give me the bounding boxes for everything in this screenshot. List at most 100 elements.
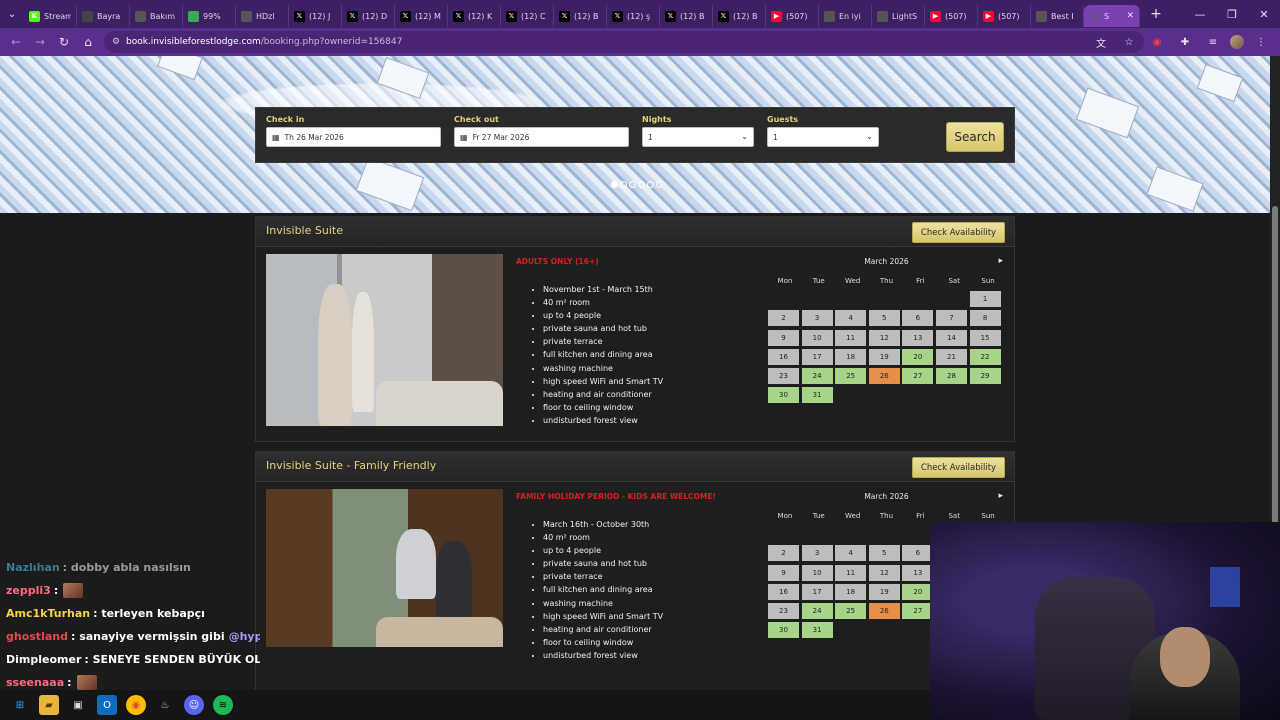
calendar-day[interactable]: 2: [768, 545, 799, 562]
browser-tab[interactable]: ▶ (507): [766, 5, 819, 27]
browser-tab[interactable]: 99%: [183, 5, 236, 27]
browser-tab[interactable]: ▶ (507): [925, 5, 978, 27]
browser-tab[interactable]: En iyi: [819, 5, 872, 27]
calendar-day[interactable]: 13: [902, 329, 934, 346]
calendar-day[interactable]: 11: [835, 564, 867, 581]
calendar-day[interactable]: 19: [868, 348, 900, 365]
chat-username[interactable]: ghostland: [6, 630, 68, 643]
profile-avatar[interactable]: [1230, 35, 1244, 49]
carousel-dot[interactable]: [611, 181, 618, 188]
guests-select[interactable]: 1 ⌄: [767, 127, 879, 147]
tab-search-icon[interactable]: ⌄: [0, 0, 24, 28]
new-tab-button[interactable]: +: [1148, 6, 1164, 22]
browser-tab[interactable]: S ✕: [1084, 5, 1140, 27]
browser-tab[interactable]: 𝕏 (12) B: [713, 5, 766, 27]
calendar-day[interactable]: 2: [768, 310, 799, 327]
calendar-day[interactable]: 18: [835, 583, 867, 600]
minimize-icon[interactable]: —: [1184, 0, 1216, 28]
calendar-day[interactable]: 17: [801, 583, 833, 600]
browser-tab[interactable]: 𝕏 (12) C: [501, 5, 554, 27]
browser-tab[interactable]: 𝕏 (12) ş: [607, 5, 660, 27]
calendar-day[interactable]: 10: [801, 329, 833, 346]
calendar-day[interactable]: 30: [768, 387, 799, 404]
calendar-day[interactable]: 3: [801, 545, 833, 562]
calendar-day[interactable]: 5: [868, 545, 900, 562]
site-info-icon[interactable]: ⚙: [112, 37, 126, 47]
carousel-dot[interactable]: [647, 181, 654, 188]
translate-icon[interactable]: 文: [1090, 31, 1112, 53]
calendar-day[interactable]: 13: [902, 564, 934, 581]
checkin-input[interactable]: ▦ Th 26 Mar 2026: [266, 127, 441, 147]
browser-menu-icon[interactable]: ⋮: [1250, 31, 1272, 53]
calendar-day[interactable]: 3: [801, 310, 833, 327]
chat-username[interactable]: Nazlıhan: [6, 561, 60, 574]
calendar-day[interactable]: 25: [835, 368, 867, 385]
calendar-day[interactable]: 31: [801, 622, 833, 639]
browser-tab[interactable]: 𝕏 (12) B: [660, 5, 713, 27]
browser-tab[interactable]: 𝕏 (12) B: [554, 5, 607, 27]
calendar-day[interactable]: 17: [801, 348, 833, 365]
calendar-day[interactable]: 31: [801, 387, 833, 404]
close-tab-icon[interactable]: ✕: [1126, 11, 1134, 21]
next-month-icon[interactable]: ▸: [998, 491, 1003, 501]
browser-tab[interactable]: Bayra: [77, 5, 130, 27]
chat-username[interactable]: Amc1kTurhan: [6, 607, 90, 620]
suite-photo[interactable]: [266, 254, 503, 426]
calendar-day[interactable]: 28: [935, 368, 967, 385]
calendar-day[interactable]: 4: [835, 545, 867, 562]
calendar-day[interactable]: 16: [768, 348, 799, 365]
calendar-day[interactable]: 26: [868, 368, 900, 385]
calendar-day[interactable]: 20: [902, 348, 934, 365]
browser-tab[interactable]: 𝕏 (12) D: [342, 5, 395, 27]
calendar-day[interactable]: 12: [868, 564, 900, 581]
carousel-dot[interactable]: [620, 181, 627, 188]
steam-icon[interactable]: ♨: [155, 695, 175, 715]
forward-icon[interactable]: →: [28, 28, 52, 56]
extension-icon[interactable]: ◉: [1146, 31, 1168, 53]
carousel-dot[interactable]: [638, 181, 645, 188]
browser-tab[interactable]: ▶ (507): [978, 5, 1031, 27]
back-icon[interactable]: ←: [4, 28, 28, 56]
calendar-day[interactable]: 5: [868, 310, 900, 327]
calendar-day[interactable]: 9: [768, 564, 799, 581]
chat-username[interactable]: zeppli3: [6, 584, 51, 597]
media-control-icon[interactable]: ≡: [1202, 31, 1224, 53]
calendar-day[interactable]: 9: [768, 329, 799, 346]
spotify-icon[interactable]: ≋: [213, 695, 233, 715]
browser-tab[interactable]: HDzl: [236, 5, 289, 27]
search-button[interactable]: Search: [946, 122, 1004, 152]
calendar-day[interactable]: 26: [868, 603, 900, 620]
close-window-icon[interactable]: ✕: [1248, 0, 1280, 28]
chat-username[interactable]: sseenaaa: [6, 676, 64, 689]
calendar-day[interactable]: 22: [969, 348, 1001, 365]
browser-tab[interactable]: 𝕏 (12) K: [448, 5, 501, 27]
bookmark-star-icon[interactable]: ☆: [1118, 31, 1140, 53]
calendar-day[interactable]: 23: [768, 603, 799, 620]
windows-start-icon[interactable]: ⊞: [10, 695, 30, 715]
browser-tab[interactable]: K Stream: [24, 5, 77, 27]
reload-icon[interactable]: ↻: [52, 28, 76, 56]
calendar-day[interactable]: 11: [835, 329, 867, 346]
checkout-input[interactable]: ▦ Fr 27 Mar 2026: [454, 127, 629, 147]
calendar-day[interactable]: 21: [935, 348, 967, 365]
carousel-dot[interactable]: [656, 181, 663, 188]
calendar-day[interactable]: 10: [801, 564, 833, 581]
next-month-icon[interactable]: ▸: [998, 256, 1003, 266]
calendar-day[interactable]: 20: [902, 583, 934, 600]
calendar-day[interactable]: 24: [801, 368, 833, 385]
browser-tab[interactable]: Bakım: [130, 5, 183, 27]
file-explorer-icon[interactable]: ▰: [39, 695, 59, 715]
calendar-day[interactable]: 8: [969, 310, 1001, 327]
calendar-day[interactable]: 7: [935, 310, 967, 327]
calendar-day[interactable]: 4: [835, 310, 867, 327]
calendar-day[interactable]: 12: [868, 329, 900, 346]
discord-icon[interactable]: ☺: [184, 695, 204, 715]
browser-tab[interactable]: LightS: [872, 5, 925, 27]
browser-tab[interactable]: Best I: [1031, 5, 1084, 27]
calendar-day[interactable]: 24: [801, 603, 833, 620]
calendar-day[interactable]: 6: [902, 310, 934, 327]
store-icon[interactable]: ▣: [68, 695, 88, 715]
outlook-icon[interactable]: O: [97, 695, 117, 715]
calendar-day[interactable]: 27: [902, 603, 934, 620]
maximize-icon[interactable]: ❐: [1216, 0, 1248, 28]
